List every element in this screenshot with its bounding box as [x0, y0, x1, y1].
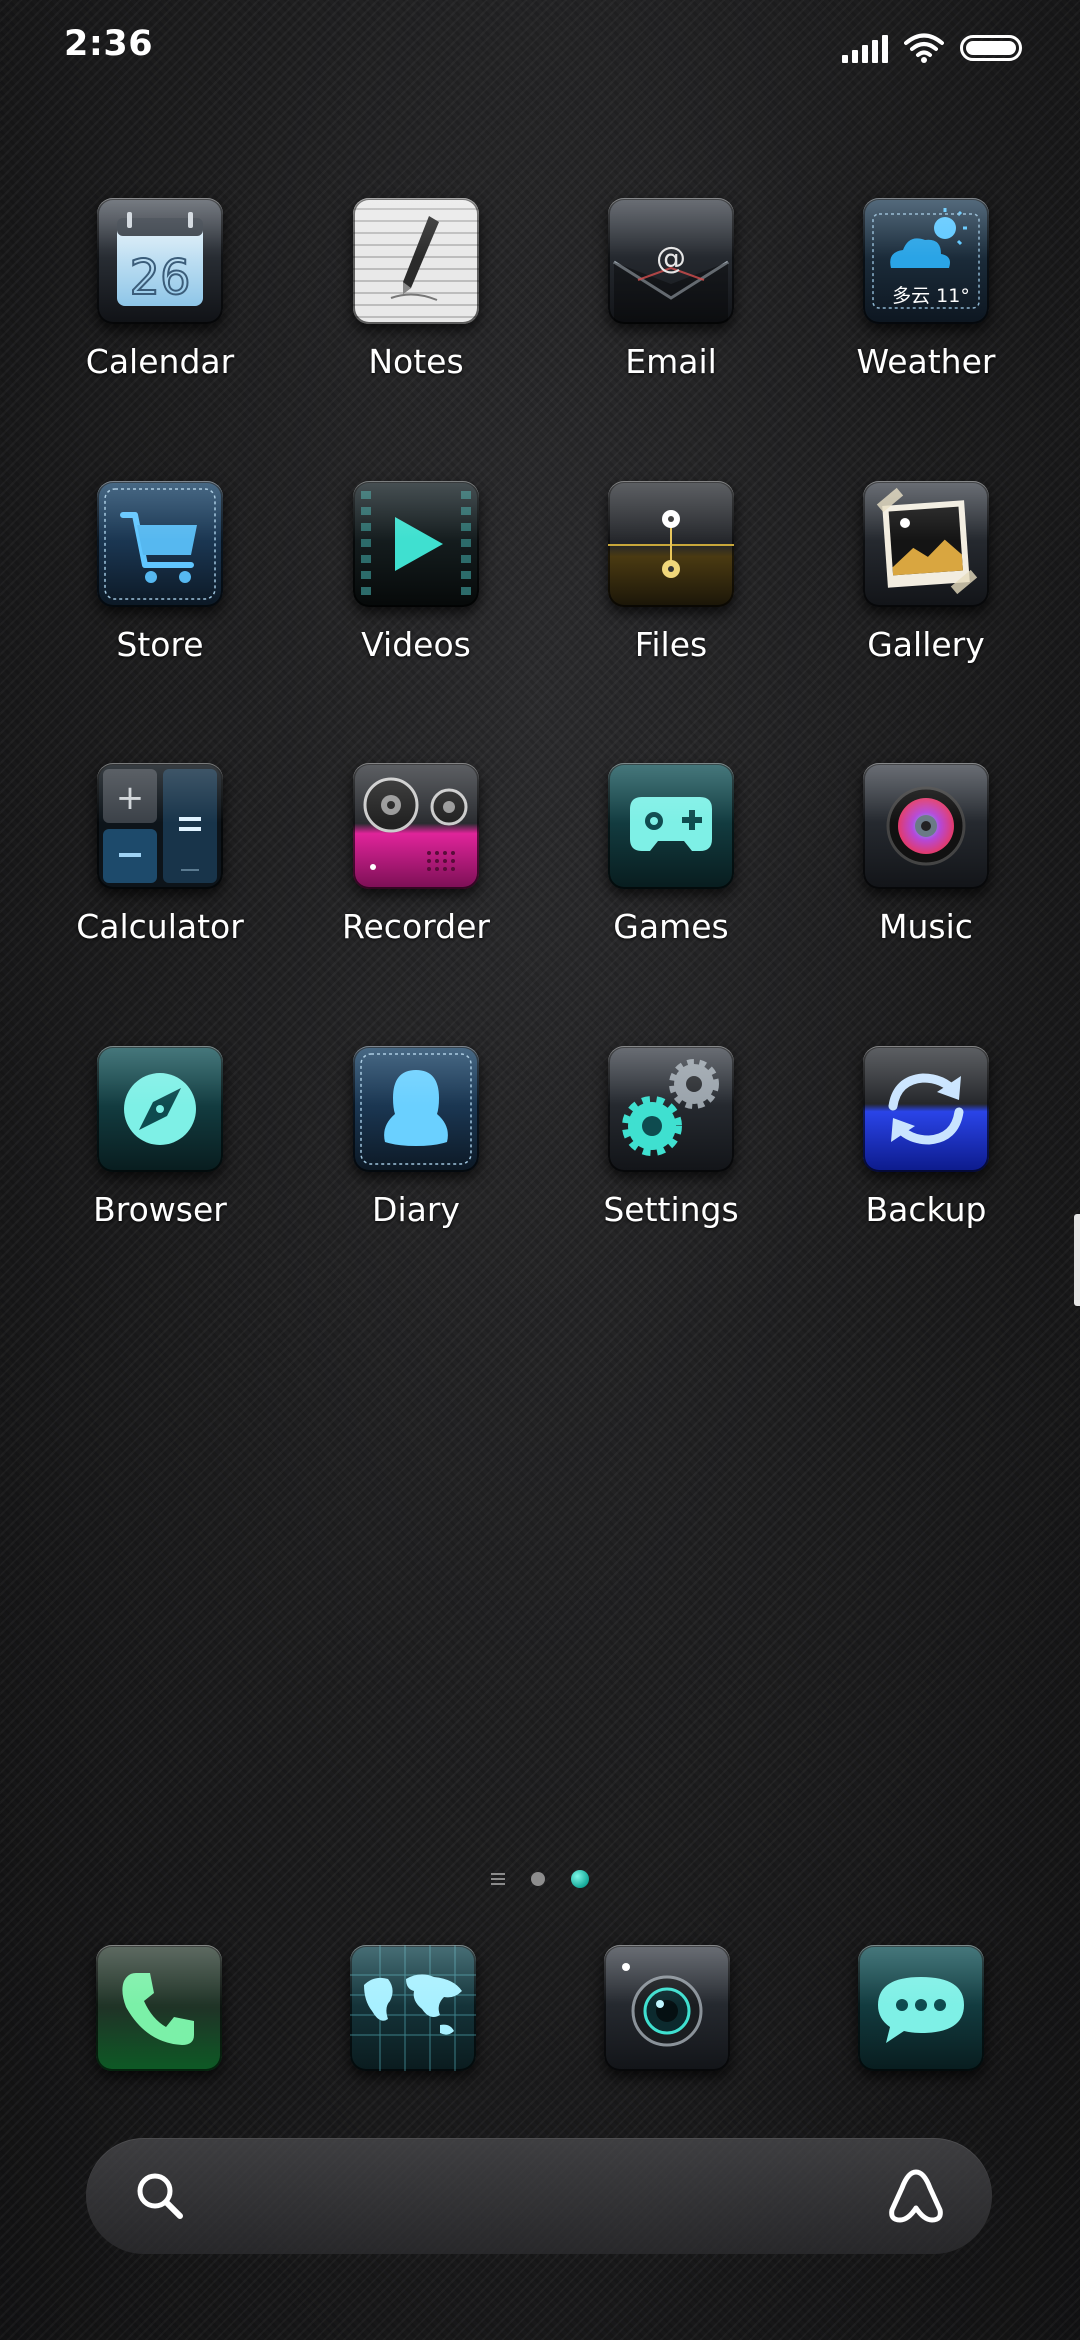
calendar-icon: 26 [97, 198, 223, 324]
globe-icon [350, 1945, 476, 2071]
wifi-icon [904, 33, 944, 63]
app-files[interactable]: Files [544, 481, 798, 711]
dock-phone[interactable] [96, 1945, 222, 2071]
email-icon: @ [608, 198, 734, 324]
battery-icon [960, 35, 1022, 61]
app-label: Calendar [85, 342, 235, 381]
svg-text:+: + [116, 778, 145, 818]
app-calendar[interactable]: 26 Calendar [33, 198, 287, 428]
app-label: Music [879, 907, 973, 946]
app-email[interactable]: @ Email [544, 198, 798, 428]
app-label: Notes [368, 342, 464, 381]
camera-icon [604, 1945, 730, 2071]
svg-text:@: @ [656, 241, 686, 276]
app-music[interactable]: Music [799, 763, 1053, 993]
status-bar: 2:36 [0, 0, 1080, 96]
app-label: Store [116, 625, 204, 664]
app-label: Email [625, 342, 717, 381]
app-label: Gallery [867, 625, 985, 664]
app-diary[interactable]: Diary [289, 1046, 543, 1276]
app-label: Calculator [76, 907, 244, 946]
status-icons [842, 28, 1022, 68]
edge-handle[interactable] [1074, 1214, 1080, 1306]
app-recorder[interactable]: Recorder [289, 763, 543, 993]
assistant-icon[interactable] [884, 2164, 948, 2228]
app-label: Diary [372, 1190, 460, 1229]
gallery-icon [863, 481, 989, 607]
weather-widget-text: 多云 11° [892, 285, 970, 307]
recorder-icon [353, 763, 479, 889]
app-browser[interactable]: Browser [33, 1046, 287, 1276]
app-gallery[interactable]: Gallery [799, 481, 1053, 711]
dock-camera[interactable] [604, 1945, 730, 2071]
page-dot[interactable] [531, 1872, 545, 1886]
cellular-signal-icon [842, 33, 888, 63]
app-label: Settings [603, 1190, 739, 1229]
app-label: Files [634, 625, 708, 664]
app-label: Weather [856, 342, 996, 381]
games-icon [608, 763, 734, 889]
app-label: Videos [361, 625, 471, 664]
status-time: 2:36 [64, 24, 154, 64]
calculator-icon: + [97, 763, 223, 889]
menu-icon[interactable] [491, 1873, 505, 1885]
app-label: Browser [93, 1190, 227, 1229]
app-notes[interactable]: Notes [289, 198, 543, 428]
messages-icon [858, 1945, 984, 2071]
music-icon [863, 763, 989, 889]
dock-messages[interactable] [858, 1945, 984, 2071]
backup-icon [863, 1046, 989, 1172]
videos-icon [353, 481, 479, 607]
search-icon[interactable] [132, 2168, 188, 2224]
page-dot-active[interactable] [571, 1870, 589, 1888]
app-videos[interactable]: Videos [289, 481, 543, 711]
app-settings[interactable]: Settings [544, 1046, 798, 1276]
calendar-date: 26 [129, 250, 190, 306]
app-games[interactable]: Games [544, 763, 798, 993]
battery-level [966, 41, 1016, 55]
weather-icon: 多云 11° [863, 198, 989, 324]
app-label: Backup [865, 1190, 987, 1229]
dock-browser[interactable] [350, 1945, 476, 2071]
browser-icon [97, 1046, 223, 1172]
store-icon [97, 481, 223, 607]
notes-icon [353, 198, 479, 324]
app-label: Recorder [342, 907, 490, 946]
app-label: Games [613, 907, 729, 946]
app-store[interactable]: Store [33, 481, 287, 711]
diary-icon [353, 1046, 479, 1172]
search-bar[interactable] [86, 2138, 992, 2254]
settings-icon [608, 1046, 734, 1172]
app-weather[interactable]: 多云 11° Weather [799, 198, 1053, 428]
app-backup[interactable]: Backup [799, 1046, 1053, 1276]
app-calculator[interactable]: + Calculator [33, 763, 287, 993]
phone-icon [96, 1945, 222, 2071]
page-indicator[interactable] [0, 1864, 1080, 1894]
files-icon [608, 481, 734, 607]
